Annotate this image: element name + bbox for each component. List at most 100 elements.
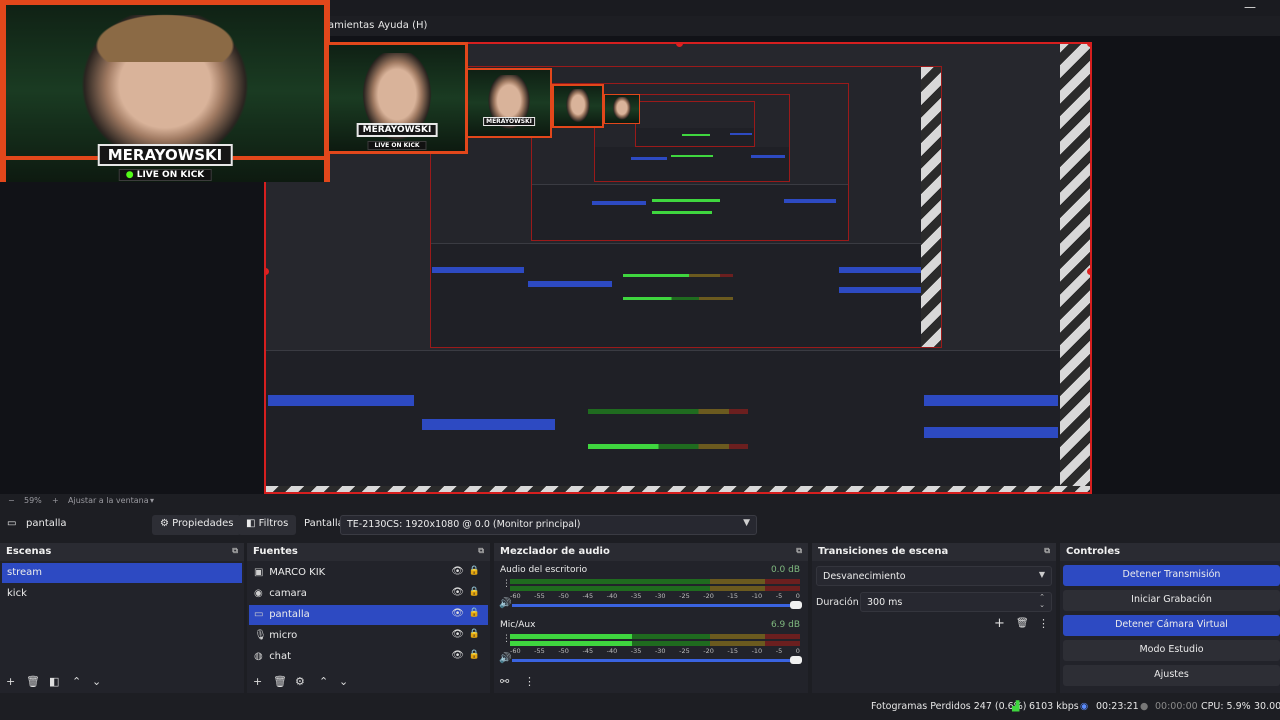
settings-button[interactable]: Ajustes	[1063, 665, 1280, 686]
webcam-overlay-echo-3	[552, 84, 604, 128]
webcam-overlay-echo-1: MERAYOWSKI LIVE ON KICK	[326, 42, 468, 154]
meter-ticks: -60 -55 -50 -45 -40 -35 -30 -25 -20 -15 -10 -5 0	[510, 647, 800, 655]
undock-icon[interactable]: ⧉	[1044, 546, 1050, 556]
zoom-in-button[interactable]: +	[52, 496, 59, 505]
slider-knob[interactable]	[790, 601, 802, 609]
properties-button[interactable]: ⚙ Propiedades	[152, 515, 242, 535]
nested-4-control	[751, 155, 785, 158]
meter-tick-label: -45	[582, 592, 594, 600]
undock-icon[interactable]: ⧉	[232, 546, 238, 556]
duration-input[interactable]: 300 ms ⌃ ⌄	[860, 592, 1052, 612]
controls-title: Controles	[1060, 543, 1280, 561]
scene-item-stream[interactable]: stream	[2, 563, 242, 583]
source-item-camara[interactable]: ◉ camara 👁 🔒	[249, 584, 488, 604]
nested-dock-5	[636, 128, 754, 146]
mixer-title-text: Mezclador de audio	[500, 546, 610, 557]
meter-tick-label: -5	[775, 592, 783, 600]
filters-button[interactable]: ◧ Filtros	[238, 515, 297, 535]
trash-icon[interactable]: 🗑	[26, 675, 40, 688]
source-item-marco-kik[interactable]: ▣ MARCO KIK 👁 🔒	[249, 563, 488, 583]
chevron-up-icon[interactable]: ⌃	[319, 675, 328, 688]
scene-label: stream	[7, 567, 43, 578]
studio-mode-button[interactable]: Modo Estudio	[1063, 640, 1280, 661]
meter-ticks: -60 -55 -50 -45 -40 -35 -30 -25 -20 -15 -10 -5 0	[510, 592, 800, 600]
menu-help[interactable]: Ayuda (H)	[378, 20, 427, 31]
volume-slider-mic[interactable]	[512, 656, 802, 664]
meter-tick-label: -5	[775, 647, 783, 655]
controls-dock: Controles Detener Transmisión Iniciar Gr…	[1060, 543, 1280, 693]
eye-icon[interactable]: 👁	[451, 629, 464, 640]
zoom-level: 59%	[24, 496, 42, 505]
nested-2-stripes	[921, 67, 941, 347]
filter-icon[interactable]: ◧	[49, 675, 59, 688]
mixer-title: Mezclador de audio ⧉	[494, 543, 808, 561]
volume-slider-desktop[interactable]	[512, 601, 802, 609]
gear-icon[interactable]: ⚙	[295, 675, 305, 688]
hazard-stripes-bottom	[266, 486, 1090, 492]
resize-handle-right[interactable]	[1087, 268, 1090, 275]
add-icon[interactable]: +	[253, 675, 262, 688]
webcam-overlay-echo-2: MERAYOWSKI	[466, 68, 552, 138]
slider-knob[interactable]	[790, 656, 802, 664]
lock-icon[interactable]: 🔒	[469, 629, 480, 639]
lock-icon[interactable]: 🔒	[469, 566, 480, 576]
eye-icon[interactable]: 👁	[451, 566, 464, 577]
mixer-dock: Mezclador de audio ⧉ Audio del escritori…	[494, 543, 808, 693]
source-item-pantalla[interactable]: ▭ pantalla 👁 🔒	[249, 605, 488, 625]
display-select[interactable]: TE-2130CS: 1920x1080 @ 0.0 (Monitor prin…	[340, 515, 757, 535]
trash-icon[interactable]: 🗑	[1016, 618, 1029, 629]
undock-icon[interactable]: ⧉	[478, 546, 484, 556]
zoom-dropdown-icon[interactable]: ▾	[150, 496, 154, 505]
lock-icon[interactable]: 🔒	[469, 587, 480, 597]
add-icon[interactable]: +	[6, 675, 15, 688]
undock-icon[interactable]: ⧉	[796, 546, 802, 556]
source-item-micro[interactable]: 🎙 micro 👁 🔒	[249, 626, 488, 646]
eye-icon[interactable]: 👁	[451, 608, 464, 619]
stop-virtual-camera-button[interactable]: Detener Cámara Virtual	[1063, 615, 1280, 636]
chevron-down-icon[interactable]: ⌄	[339, 675, 348, 688]
minimize-icon[interactable]: —	[1244, 0, 1256, 14]
nested-source-highlight	[422, 419, 555, 430]
sources-toolbar: + 🗑 ⚙ ⌃ ⌄	[247, 671, 490, 693]
transition-select[interactable]: Desvanecimiento ▼	[816, 566, 1052, 586]
chevron-down-icon: ▼	[1038, 570, 1045, 579]
menu-dots-icon[interactable]: ⋮	[524, 675, 535, 688]
spinner-icon[interactable]: ⌃ ⌄	[1039, 593, 1045, 609]
stop-streaming-button[interactable]: Detener Transmisión	[1063, 565, 1280, 586]
eye-icon[interactable]: 👁	[451, 650, 464, 661]
speaker-icon[interactable]: 🔊	[499, 653, 511, 664]
add-icon[interactable]: +	[994, 616, 1005, 631]
streamer-name-echo-2: MERAYOWSKI	[483, 117, 535, 126]
bitrate: 6103 kbps	[1029, 701, 1079, 712]
meter-tick-label: -55	[534, 647, 545, 655]
source-item-chat[interactable]: ◍ chat 👁 🔒	[249, 647, 488, 667]
nested-2-scene	[432, 267, 524, 273]
transition-value: Desvanecimiento	[823, 571, 906, 582]
scene-item-kick[interactable]: kick	[2, 584, 242, 604]
zoom-out-button[interactable]: −	[8, 496, 15, 505]
monitor-icon: ▭	[7, 518, 17, 529]
scenes-toolbar: + 🗑 ◧ ⌃ ⌄	[0, 671, 244, 693]
sources-title: Fuentes ⧉	[247, 543, 490, 561]
link-icon[interactable]: ⚯	[500, 675, 509, 688]
scenes-dock: Escenas ⧉ stream kick + 🗑 ◧ ⌃ ⌄	[0, 543, 244, 693]
lock-icon[interactable]: 🔒	[469, 608, 480, 618]
start-recording-button[interactable]: Iniciar Grabación	[1063, 590, 1280, 611]
chevron-down-icon[interactable]: ⌄	[92, 675, 101, 688]
lock-icon[interactable]: 🔒	[469, 650, 480, 660]
meter-tick-label: -40	[606, 592, 618, 600]
menu-dots-icon[interactable]: ⋮	[1038, 617, 1049, 630]
fit-window-label[interactable]: Ajustar a la ventana	[68, 496, 149, 505]
meter-tick-label: -20	[703, 592, 714, 600]
resize-handle-tr[interactable]	[1087, 44, 1090, 47]
camera-icon: ◉	[254, 588, 263, 599]
meter-tick-label: -30	[654, 592, 666, 600]
trash-icon[interactable]: 🗑	[273, 675, 287, 688]
nested-2-source	[528, 281, 612, 287]
scenes-title: Escenas ⧉	[0, 543, 244, 561]
menu-tools[interactable]: amientas	[328, 20, 374, 31]
speaker-icon[interactable]: 🔊	[499, 598, 511, 609]
chevron-up-icon[interactable]: ⌃	[72, 675, 81, 688]
nested-meter-mic	[588, 444, 748, 449]
eye-icon[interactable]: 👁	[451, 587, 464, 598]
